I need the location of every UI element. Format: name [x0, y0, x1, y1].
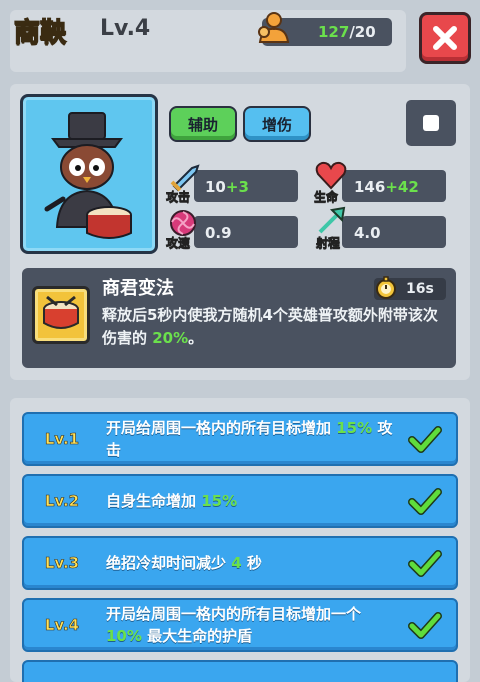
level-tag: Lv.3: [44, 554, 80, 573]
checkmark-icon: [408, 426, 442, 453]
hero-portrait: [20, 94, 158, 254]
hp-value: 146+42: [354, 178, 419, 196]
level-tag: Lv.1: [44, 430, 80, 449]
level-description: 开局给周围一格内的所有目标增加一个 10% 最大生命的护盾: [106, 605, 362, 645]
level-description: 开局给周围一格内的所有目标增加 15% 攻击: [106, 419, 393, 459]
close-button[interactable]: [419, 12, 471, 64]
level-row-5-partial[interactable]: [22, 660, 458, 682]
range-value: 4.0: [354, 224, 381, 242]
attack-label: 攻击: [166, 190, 191, 205]
attack-speed-value: 0.9: [205, 224, 232, 242]
role-tag-support[interactable]: 辅助: [169, 106, 237, 142]
role-tag-damage-boost[interactable]: 增伤: [243, 106, 311, 142]
upgrade-resource-count: 127/20: [318, 23, 376, 41]
square-icon: [423, 115, 439, 131]
drum-icon: [43, 295, 79, 329]
level-row-3[interactable]: Lv.3 绝招冷却时间减少 4 秒: [22, 536, 458, 590]
attack-value: 10+3: [205, 178, 249, 196]
level-description: 自身生命增加 15%: [106, 492, 238, 510]
toggle-button[interactable]: [406, 100, 456, 146]
close-icon: [433, 26, 457, 50]
level-tag: Lv.4: [44, 616, 80, 635]
attack-speed-label: 攻速: [166, 236, 191, 251]
skill-description: 释放后5秒内使我方随机4个英雄普攻额外附带该次伤害的 20%。: [102, 306, 438, 347]
range-arrow-icon: [318, 206, 346, 234]
skill-icon[interactable]: [32, 286, 90, 344]
level-row-4[interactable]: Lv.4 开局给周围一格内的所有目标增加一个 10% 最大生命的护盾: [22, 598, 458, 652]
level-description: 绝招冷却时间减少 4 秒: [106, 554, 262, 572]
hero-shard-icon: [258, 12, 290, 43]
checkmark-icon: [408, 488, 442, 515]
hero-portrait-icon: [44, 112, 132, 239]
checkmark-icon: [408, 612, 442, 639]
level-row-2[interactable]: Lv.2 自身生命增加 15%: [22, 474, 458, 528]
level-row-1[interactable]: Lv.1 开局给周围一格内的所有目标增加 15% 攻击: [22, 412, 458, 466]
hero-level: Lv.4: [100, 16, 151, 41]
level-upgrade-list[interactable]: Lv.1 开局给周围一格内的所有目标增加 15% 攻击 Lv.2 自身生命增加 …: [10, 398, 470, 682]
hp-label: 生命: [314, 190, 339, 205]
range-label: 射程: [316, 236, 341, 251]
level-tag: Lv.2: [44, 492, 80, 511]
skill-name: 商君变法: [102, 278, 174, 299]
stopwatch-icon: [376, 276, 396, 299]
heart-icon: [315, 161, 347, 190]
checkmark-icon: [408, 550, 442, 577]
resource-max: /20: [349, 23, 376, 41]
resource-current: 127: [318, 23, 350, 41]
hero-name: 商鞅: [13, 17, 67, 49]
cooldown-value: 16s: [406, 281, 434, 297]
hero-detail-screen: 商鞅 Lv.4 127/20 辅助 增伤 攻击 10+3 生命 146+42 攻…: [0, 0, 480, 682]
